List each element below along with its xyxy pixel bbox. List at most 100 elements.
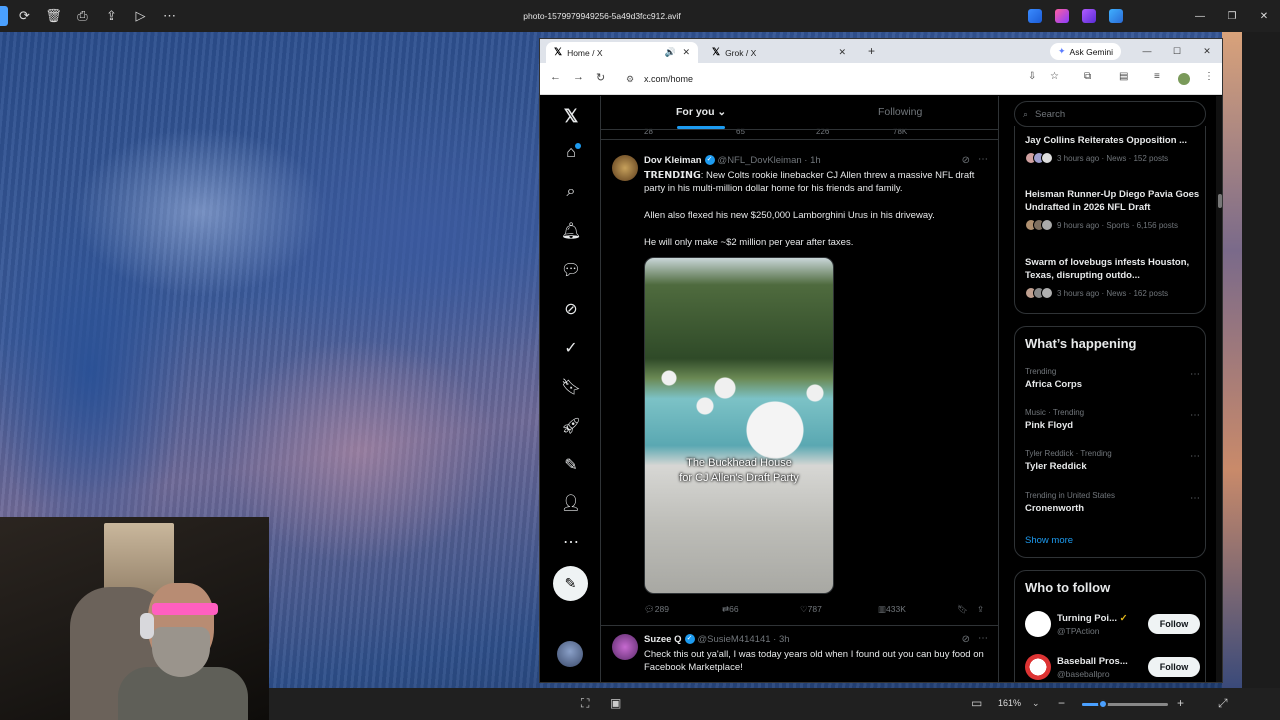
news-item[interactable]: Heisman Runner-Up Diego Pavia Goes Undra…: [1025, 188, 1200, 231]
like-button[interactable]: ♡ 787: [800, 604, 822, 615]
grok-icon[interactable]: ⊘: [962, 634, 970, 645]
zoom-slider-knob[interactable]: [1097, 699, 1108, 709]
suggestion-name[interactable]: Turning Poi... ✓: [1057, 613, 1128, 624]
messages-icon[interactable]: 💬︎: [561, 260, 581, 280]
follow-suggestion[interactable]: Baseball Pros... @baseballpro Follow: [1025, 654, 1200, 682]
tab-home[interactable]: 𝕏 Home / X 🔊 ✕: [546, 42, 698, 63]
more-icon[interactable]: ⋯: [1190, 493, 1200, 504]
fullscreen-icon[interactable]: ⤢: [1218, 696, 1228, 711]
profile-avatar[interactable]: [1178, 73, 1190, 85]
views-button[interactable]: ▥ 433K: [878, 604, 906, 615]
tweet-video[interactable]: The Buckhead House for CJ Allen's Draft …: [644, 257, 834, 594]
author-handle[interactable]: @SusieM414141: [698, 634, 771, 645]
chevron-down-icon[interactable]: ⌄: [1032, 698, 1040, 709]
news-item[interactable]: Swarm of lovebugs infests Houston, Texas…: [1025, 256, 1200, 299]
adjust-icon[interactable]: ▣: [610, 696, 621, 710]
author-name[interactable]: Suzee Q: [644, 634, 682, 645]
ask-gemini-button[interactable]: ✦ Ask Gemini: [1050, 43, 1122, 60]
close-icon[interactable]: ✕: [1192, 39, 1222, 63]
search-input[interactable]: ⌕ Search: [1014, 101, 1206, 127]
trend-item[interactable]: Trending in United States Cronenworth ⋯: [1025, 491, 1200, 514]
maximize-icon[interactable]: ☐: [1162, 39, 1192, 63]
show-more-link[interactable]: Show more: [1025, 535, 1073, 546]
grok-icon[interactable]: ⊘: [962, 155, 970, 166]
tab-following[interactable]: Following: [878, 106, 922, 118]
tweet[interactable]: Dov Kleiman ✓ @NFL_DovKleiman · 1h ⊘ ⋯ 𝗧𝗥𝗘…: [601, 151, 998, 621]
zoom-level[interactable]: 161%: [998, 698, 1021, 708]
new-tab-icon[interactable]: +: [868, 44, 875, 58]
tweet-time[interactable]: 3h: [779, 634, 790, 645]
avatar[interactable]: [1025, 654, 1051, 680]
post-button[interactable]: ✎: [553, 566, 588, 601]
sidepanel-icon[interactable]: ▤: [1119, 71, 1128, 82]
trend-item[interactable]: Music · Trending Pink Floyd ⋯: [1025, 408, 1200, 431]
speaker-icon[interactable]: 🔊: [665, 47, 676, 58]
premium-icon[interactable]: ✓: [561, 338, 581, 358]
trend-item[interactable]: Trending Africa Corps ⋯: [1025, 367, 1200, 390]
site-info-icon[interactable]: ⚙: [626, 74, 634, 85]
suggestion-handle[interactable]: @baseballpro: [1057, 669, 1110, 679]
follow-button[interactable]: Follow: [1148, 657, 1200, 677]
scrollbar-thumb[interactable]: [1218, 194, 1222, 208]
avatar[interactable]: [612, 155, 638, 181]
profile-icon[interactable]: 👤︎: [561, 493, 581, 513]
more-icon[interactable]: ⋯: [1190, 410, 1200, 421]
bookmark-star-icon[interactable]: ☆: [1050, 71, 1059, 82]
repost-button[interactable]: ⇄ 66: [722, 604, 739, 615]
back-icon[interactable]: ←: [550, 71, 561, 83]
zoom-in-icon[interactable]: +: [1177, 696, 1184, 710]
zoom-slider[interactable]: [1082, 699, 1168, 709]
follow-button[interactable]: Follow: [1148, 614, 1200, 634]
author-handle[interactable]: @NFL_DovKleiman: [718, 155, 802, 166]
tab-grok[interactable]: 𝕏 Grok / X ✕: [704, 42, 854, 63]
minimize-icon[interactable]: —: [1132, 39, 1162, 63]
author-name[interactable]: Dov Kleiman: [644, 155, 702, 166]
more-icon[interactable]: ⋯: [561, 532, 581, 552]
grok-icon[interactable]: ⊘: [561, 299, 581, 319]
account-avatar[interactable]: [557, 641, 583, 667]
reload-icon[interactable]: ↻: [596, 71, 605, 84]
close-icon[interactable]: ✕: [1248, 0, 1280, 32]
install-icon[interactable]: ⇩: [1028, 71, 1036, 82]
extension-icon-3[interactable]: [1082, 9, 1096, 23]
articles-icon[interactable]: ✎: [561, 455, 581, 475]
scrollbar[interactable]: [1216, 96, 1222, 682]
tweet-time[interactable]: 1h: [810, 155, 821, 166]
home-icon[interactable]: ⌂: [561, 143, 581, 163]
news-item[interactable]: Jay Collins Reiterates Opposition ... 3 …: [1025, 134, 1200, 164]
zoom-out-icon[interactable]: −: [1058, 696, 1065, 710]
fit-icon[interactable]: ▭: [971, 696, 982, 710]
extension-icon-1[interactable]: [1028, 9, 1042, 23]
minimize-icon[interactable]: —: [1184, 0, 1216, 32]
tweet[interactable]: Suzee Q ✓ @SusieM414141 · 3h ⊘ ⋯ Check thi…: [601, 632, 998, 682]
x-logo-icon[interactable]: 𝕏: [561, 106, 581, 126]
more-icon[interactable]: ⋯: [978, 633, 988, 644]
more-icon[interactable]: ⋯: [1190, 451, 1200, 462]
extension-icon-2[interactable]: [1055, 9, 1069, 23]
close-tab-icon[interactable]: ✕: [838, 47, 846, 58]
address-bar[interactable]: ⚙ x.com/home: [620, 68, 1040, 90]
reply-button[interactable]: 💬︎ 289: [644, 604, 669, 615]
suggestion-name[interactable]: Baseball Pros...: [1057, 656, 1128, 667]
more-icon[interactable]: ⋯: [1190, 369, 1200, 380]
bookmarks-icon[interactable]: 🔖︎: [561, 377, 581, 397]
suggestion-handle[interactable]: @TPAction: [1057, 626, 1099, 636]
avatar[interactable]: [612, 634, 638, 660]
forward-icon[interactable]: →: [573, 71, 584, 83]
maximize-icon[interactable]: ❐: [1216, 0, 1248, 32]
share-icon[interactable]: ⇪: [977, 604, 984, 615]
notifications-icon[interactable]: 🔔︎: [561, 221, 581, 241]
avatar[interactable]: [1025, 611, 1051, 637]
trend-item[interactable]: Tyler Reddick · Trending Tyler Reddick ⋯: [1025, 449, 1200, 472]
close-tab-icon[interactable]: ✕: [682, 47, 690, 58]
extension-icon-4[interactable]: [1109, 9, 1123, 23]
more-icon[interactable]: ⋯: [978, 154, 988, 165]
explore-icon[interactable]: ⌕: [561, 182, 581, 202]
bookmark-icon[interactable]: 🔖︎: [957, 604, 968, 615]
media-icon[interactable]: ≡: [1154, 71, 1160, 82]
tab-for-you[interactable]: For you ⌄: [676, 106, 726, 118]
menu-icon[interactable]: ⋮: [1204, 71, 1214, 82]
jobs-icon[interactable]: 🚀︎: [561, 416, 581, 436]
extensions-icon[interactable]: ⧉: [1084, 71, 1091, 82]
follow-suggestion[interactable]: Turning Poi... ✓ @TPAction Follow: [1025, 611, 1200, 641]
